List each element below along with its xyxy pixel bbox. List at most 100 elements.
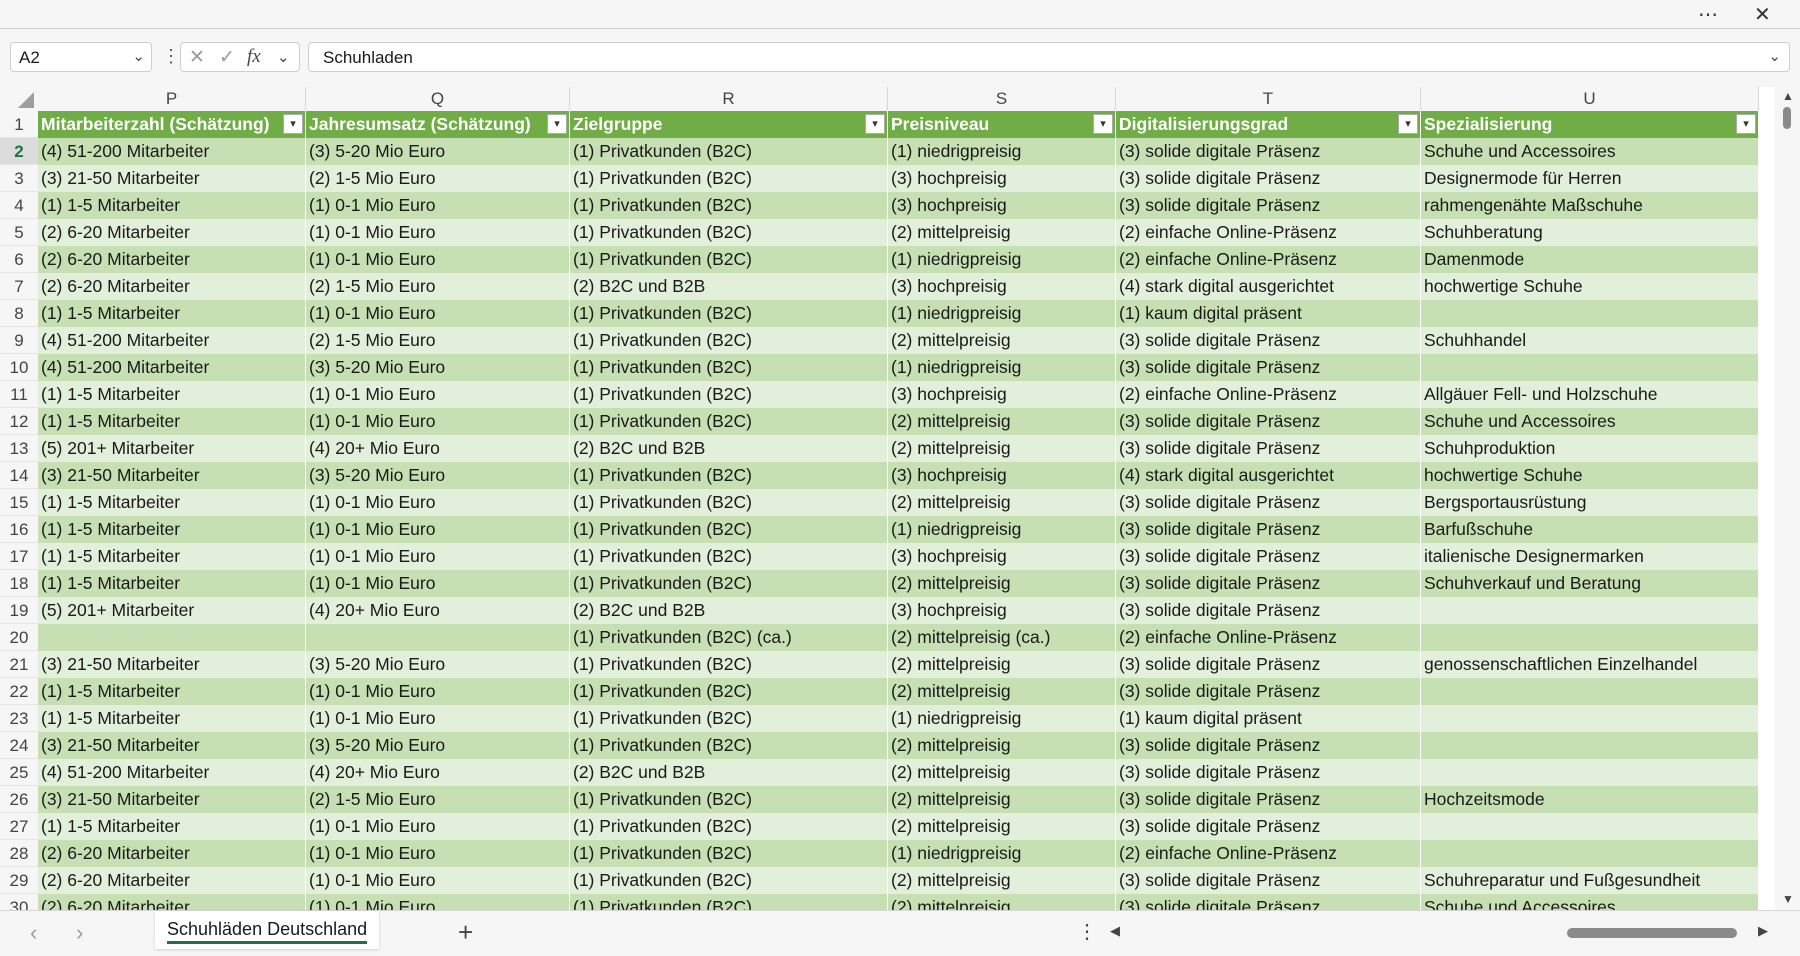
table-cell[interactable]: (2) mittelpreisig — [888, 813, 1116, 840]
table-cell[interactable]: (2) mittelpreisig — [888, 867, 1116, 894]
table-cell[interactable]: (1) Privatkunden (B2C) — [570, 489, 888, 516]
table-cell[interactable]: (1) Privatkunden (B2C) — [570, 543, 888, 570]
table-cell[interactable]: (3) 21-50 Mitarbeiter — [38, 462, 306, 489]
table-cell[interactable]: (3) 5-20 Mio Euro — [306, 732, 570, 759]
table-cell[interactable]: (2) einfache Online-Präsenz — [1116, 219, 1421, 246]
table-cell[interactable]: (3) solide digitale Präsenz — [1116, 192, 1421, 219]
table-cell[interactable]: (1) 0-1 Mio Euro — [306, 192, 570, 219]
filter-dropdown-icon[interactable]: ▾ — [547, 114, 567, 134]
column-header[interactable]: T — [1116, 87, 1421, 111]
table-cell[interactable]: (1) Privatkunden (B2C) — [570, 570, 888, 597]
table-cell[interactable]: (2) B2C und B2B — [570, 435, 888, 462]
table-cell[interactable]: (3) solide digitale Präsenz — [1116, 408, 1421, 435]
table-cell[interactable] — [306, 624, 570, 651]
table-cell[interactable]: (1) kaum digital präsent — [1116, 300, 1421, 327]
table-cell[interactable]: (3) hochpreisig — [888, 273, 1116, 300]
table-cell[interactable]: (1) Privatkunden (B2C) — [570, 408, 888, 435]
row-header[interactable]: 22 — [0, 678, 38, 705]
row-header[interactable]: 28 — [0, 840, 38, 867]
table-cell[interactable]: (3) hochpreisig — [888, 597, 1116, 624]
table-cell[interactable]: (1) Privatkunden (B2C) — [570, 516, 888, 543]
table-cell[interactable]: (4) 20+ Mio Euro — [306, 597, 570, 624]
table-cell[interactable]: Bergsportausrüstung — [1421, 489, 1759, 516]
vertical-dots-icon[interactable]: ⋮ — [162, 46, 180, 67]
table-cell[interactable] — [1421, 624, 1759, 651]
row-header[interactable]: 4 — [0, 192, 38, 219]
table-cell[interactable]: (1) niedrigpreisig — [888, 138, 1116, 165]
table-cell[interactable] — [1421, 840, 1759, 867]
more-options-icon[interactable]: ⋯ — [1698, 2, 1718, 27]
table-cell[interactable]: (2) 6-20 Mitarbeiter — [38, 894, 306, 910]
table-cell[interactable]: Schuhe und Accessoires — [1421, 408, 1759, 435]
table-cell[interactable]: (1) 0-1 Mio Euro — [306, 570, 570, 597]
table-cell[interactable]: (1) 1-5 Mitarbeiter — [38, 192, 306, 219]
row-header[interactable]: 12 — [0, 408, 38, 435]
table-cell[interactable]: (3) solide digitale Präsenz — [1116, 327, 1421, 354]
table-cell[interactable]: Schuhverkauf und Beratung — [1421, 570, 1759, 597]
table-cell[interactable]: (2) 6-20 Mitarbeiter — [38, 273, 306, 300]
filter-dropdown-icon[interactable]: ▾ — [1736, 114, 1756, 134]
row-header[interactable]: 5 — [0, 219, 38, 246]
table-cell[interactable]: Schuhproduktion — [1421, 435, 1759, 462]
add-sheet-icon[interactable]: + — [458, 917, 473, 948]
table-cell[interactable]: (2) einfache Online-Präsenz — [1116, 381, 1421, 408]
table-cell[interactable]: (1) Privatkunden (B2C) — [570, 813, 888, 840]
column-header[interactable]: Q — [306, 87, 570, 111]
table-cell[interactable]: (3) solide digitale Präsenz — [1116, 489, 1421, 516]
table-cell[interactable]: (3) hochpreisig — [888, 192, 1116, 219]
table-cell[interactable]: hochwertige Schuhe — [1421, 462, 1759, 489]
row-header[interactable]: 18 — [0, 570, 38, 597]
row-header[interactable]: 8 — [0, 300, 38, 327]
scroll-up-icon[interactable]: ▲ — [1782, 89, 1794, 103]
chevron-down-icon[interactable]: ⌄ — [132, 47, 145, 65]
table-cell[interactable]: (1) 0-1 Mio Euro — [306, 840, 570, 867]
table-cell[interactable]: (2) mittelpreisig — [888, 219, 1116, 246]
table-cell[interactable]: (1) niedrigpreisig — [888, 300, 1116, 327]
table-header-cell[interactable]: Digitalisierungsgrad ▾ — [1116, 111, 1421, 138]
table-cell[interactable]: (1) 1-5 Mitarbeiter — [38, 408, 306, 435]
table-cell[interactable]: (1) Privatkunden (B2C) — [570, 840, 888, 867]
table-cell[interactable]: (5) 201+ Mitarbeiter — [38, 435, 306, 462]
table-cell[interactable]: (1) niedrigpreisig — [888, 354, 1116, 381]
table-cell[interactable]: (1) Privatkunden (B2C) — [570, 786, 888, 813]
table-cell[interactable]: (3) hochpreisig — [888, 462, 1116, 489]
scroll-left-icon[interactable]: ◀ — [1110, 923, 1120, 939]
table-cell[interactable]: (1) Privatkunden (B2C) — [570, 732, 888, 759]
table-cell[interactable]: hochwertige Schuhe — [1421, 273, 1759, 300]
cell-area[interactable]: Mitarbeiterzahl (Schätzung) ▾ Jahresumsatz… — [38, 111, 1759, 910]
table-cell[interactable]: (1) Privatkunden (B2C) — [570, 462, 888, 489]
table-header-cell[interactable]: Spezialisierung ▾ — [1421, 111, 1759, 138]
row-header[interactable]: 3 — [0, 165, 38, 192]
table-cell[interactable]: (2) 1-5 Mio Euro — [306, 165, 570, 192]
table-cell[interactable]: (2) mittelpreisig — [888, 786, 1116, 813]
table-cell[interactable]: (1) 0-1 Mio Euro — [306, 219, 570, 246]
table-cell[interactable]: (1) 0-1 Mio Euro — [306, 408, 570, 435]
table-cell[interactable]: (1) 0-1 Mio Euro — [306, 705, 570, 732]
row-header[interactable]: 24 — [0, 732, 38, 759]
row-header[interactable]: 29 — [0, 867, 38, 894]
insert-function-icon[interactable]: fx — [247, 46, 261, 68]
prev-sheet-icon[interactable]: ‹ — [30, 920, 37, 946]
row-header[interactable]: 11 — [0, 381, 38, 408]
table-cell[interactable]: (2) mittelpreisig — [888, 489, 1116, 516]
table-cell[interactable] — [1421, 732, 1759, 759]
filter-dropdown-icon[interactable]: ▾ — [283, 114, 303, 134]
row-header[interactable]: 15 — [0, 489, 38, 516]
table-cell[interactable]: (3) 5-20 Mio Euro — [306, 651, 570, 678]
table-cell[interactable]: (1) 1-5 Mitarbeiter — [38, 543, 306, 570]
table-cell[interactable]: (3) solide digitale Präsenz — [1116, 570, 1421, 597]
row-header[interactable]: 2 — [0, 138, 38, 165]
table-cell[interactable]: (2) mittelpreisig — [888, 732, 1116, 759]
table-cell[interactable]: (4) stark digital ausgerichtet — [1116, 462, 1421, 489]
table-cell[interactable]: (3) solide digitale Präsenz — [1116, 597, 1421, 624]
table-cell[interactable]: Damenmode — [1421, 246, 1759, 273]
table-cell[interactable]: Designermode für Herren — [1421, 165, 1759, 192]
table-cell[interactable]: (1) niedrigpreisig — [888, 840, 1116, 867]
row-header[interactable]: 26 — [0, 786, 38, 813]
table-cell[interactable]: (3) 21-50 Mitarbeiter — [38, 786, 306, 813]
table-cell[interactable]: (4) stark digital ausgerichtet — [1116, 273, 1421, 300]
table-cell[interactable]: (1) Privatkunden (B2C) — [570, 327, 888, 354]
table-cell[interactable]: (1) 0-1 Mio Euro — [306, 813, 570, 840]
table-cell[interactable]: (3) hochpreisig — [888, 165, 1116, 192]
table-cell[interactable]: (2) 6-20 Mitarbeiter — [38, 867, 306, 894]
